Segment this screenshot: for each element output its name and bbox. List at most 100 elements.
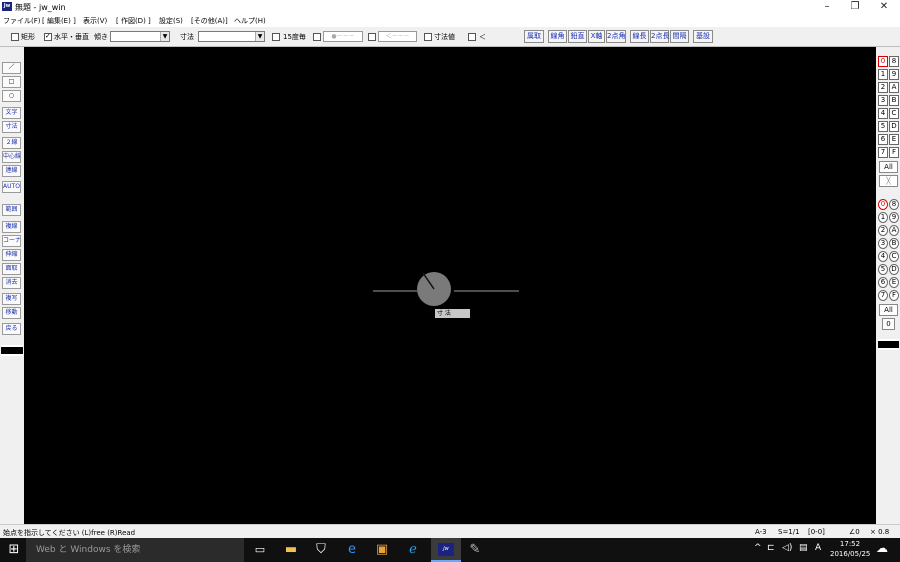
tool-move[interactable]: 移動 xyxy=(2,307,21,319)
windows-start-icon[interactable]: ⊞ xyxy=(6,542,22,558)
layer-e[interactable]: E xyxy=(889,277,899,288)
layer-group-all-button[interactable]: All xyxy=(879,161,898,173)
edge-browser-icon[interactable]: e xyxy=(344,542,360,558)
app-icon[interactable]: Jw xyxy=(2,2,12,11)
zoom-field[interactable]: × 0.8 xyxy=(870,528,889,536)
tool-chamfer[interactable]: 面取 xyxy=(2,263,21,275)
layer-group-9[interactable]: 9 xyxy=(889,69,899,80)
tool-double-line[interactable]: ２線 xyxy=(2,137,21,149)
attr-pick-button[interactable]: 属取 xyxy=(524,30,544,43)
layer-group-7[interactable]: 7 xyxy=(878,147,888,158)
tool-line[interactable]: ／ xyxy=(2,62,21,74)
layer-6[interactable]: 6 xyxy=(878,277,888,288)
paint-icon[interactable]: ✎ xyxy=(467,542,483,558)
network-icon[interactable]: ⊏ xyxy=(767,543,775,553)
tool-connect-line[interactable]: 連線 xyxy=(2,165,21,177)
tool-dimension[interactable]: 寸法 xyxy=(2,121,21,133)
lt-checkbox[interactable] xyxy=(468,33,476,41)
scale-field[interactable]: S=1/1 xyxy=(778,528,800,536)
layer-group-3[interactable]: 3 xyxy=(878,95,888,106)
layer-group-cross-button[interactable]: ╳ xyxy=(879,175,898,187)
layer-group-b[interactable]: B xyxy=(889,95,899,106)
layer-line-indicator[interactable] xyxy=(878,339,899,350)
maximize-button[interactable]: ❐ xyxy=(841,0,869,14)
tool-undo[interactable]: 戻る xyxy=(2,323,21,335)
rect-checkbox[interactable] xyxy=(11,33,19,41)
layer-4[interactable]: 4 xyxy=(878,251,888,262)
layer-a[interactable]: A xyxy=(889,225,899,236)
layer-1[interactable]: 1 xyxy=(878,212,888,223)
layer-group-c[interactable]: C xyxy=(889,108,899,119)
layer-group-2[interactable]: 2 xyxy=(878,82,888,93)
layer-zero-button[interactable]: 0 xyxy=(882,318,895,330)
menu-view[interactable]: 表示(V) xyxy=(83,16,107,26)
taskbar-clock[interactable]: 17:52 2016/05/25 xyxy=(830,539,870,559)
x-axis-button[interactable]: X軸 xyxy=(588,30,605,43)
dim-btn1-checkbox[interactable] xyxy=(313,33,321,41)
layer-9[interactable]: 9 xyxy=(889,212,899,223)
menu-draw[interactable]: [ 作図(D) ] xyxy=(116,16,151,26)
vertical-button[interactable]: 鉛直 xyxy=(568,30,587,43)
layer-7[interactable]: 7 xyxy=(878,290,888,301)
tool-text[interactable]: 文字 xyxy=(2,107,21,119)
angle-combo[interactable]: ▼ xyxy=(110,31,170,42)
deg15-checkbox[interactable] xyxy=(272,33,280,41)
menu-other[interactable]: [その他(A)] xyxy=(191,16,228,26)
minimize-button[interactable]: – xyxy=(813,0,841,14)
message-icon[interactable]: ▤ xyxy=(799,543,808,553)
ime-indicator[interactable]: A xyxy=(815,543,821,553)
layer-d[interactable]: D xyxy=(889,264,899,275)
store-icon[interactable]: ⛉ xyxy=(313,542,329,558)
close-button[interactable]: ✕ xyxy=(870,0,898,14)
layer-2[interactable]: 2 xyxy=(878,225,888,236)
chevron-down-icon[interactable]: ▼ xyxy=(160,32,169,41)
tray-chevron-icon[interactable]: ^ xyxy=(754,543,762,553)
line-style-indicator[interactable] xyxy=(1,345,23,356)
line-length-button[interactable]: 線長 xyxy=(630,30,649,43)
paper-size[interactable]: A-3 xyxy=(755,528,767,536)
dim-combo[interactable]: ▼ xyxy=(198,31,265,42)
layer-all-button[interactable]: All xyxy=(879,304,898,316)
two-point-angle-button[interactable]: 2点角 xyxy=(606,30,626,43)
menu-file[interactable]: ファイル(F) xyxy=(3,16,41,26)
menu-help[interactable]: ヘルプ(H) xyxy=(234,16,266,26)
menu-settings[interactable]: 設定(S) xyxy=(159,16,183,26)
tool-copy[interactable]: 複写 xyxy=(2,293,21,305)
two-point-length-button[interactable]: 2点長 xyxy=(650,30,669,43)
tool-circle[interactable]: ○ xyxy=(2,90,21,102)
layer-c[interactable]: C xyxy=(889,251,899,262)
layer-b[interactable]: B xyxy=(889,238,899,249)
volume-icon[interactable]: ◁) xyxy=(782,543,792,553)
interval-button[interactable]: 間隔 xyxy=(670,30,689,43)
layer-group-6[interactable]: 6 xyxy=(878,134,888,145)
tool-corner[interactable]: コーナー xyxy=(2,235,21,247)
dim-style-button-2[interactable]: ＜－－－ xyxy=(378,31,417,42)
tool-range[interactable]: 範囲 xyxy=(2,204,21,216)
layer-group-a[interactable]: A xyxy=(889,82,899,93)
layer-group-4[interactable]: 4 xyxy=(878,108,888,119)
dim-style-button-1[interactable]: ●－－－ xyxy=(323,31,363,42)
tool-offset-line[interactable]: 複線 xyxy=(2,221,21,233)
layer-group-d[interactable]: D xyxy=(889,121,899,132)
media-icon[interactable]: ▣ xyxy=(374,542,390,558)
menu-edit[interactable]: [ 編集(E) ] xyxy=(42,16,76,26)
base-set-button[interactable]: 基設 xyxy=(693,30,713,43)
tool-rectangle[interactable]: □ xyxy=(2,76,21,88)
dim-btn2-checkbox[interactable] xyxy=(368,33,376,41)
jwcad-task-button[interactable]: Jw xyxy=(431,538,461,562)
layer-3[interactable]: 3 xyxy=(878,238,888,249)
layer-group-0[interactable]: 0 xyxy=(878,56,888,67)
layer-5[interactable]: 5 xyxy=(878,264,888,275)
layer-field[interactable]: [0-0] xyxy=(808,528,825,536)
layer-8[interactable]: 8 xyxy=(889,199,899,210)
drawing-canvas[interactable]: 寸 法 xyxy=(24,47,876,524)
tool-erase[interactable]: 消去 xyxy=(2,277,21,289)
taskbar-search-box[interactable]: Web と Windows を検索 xyxy=(26,538,244,562)
layer-group-8[interactable]: 8 xyxy=(889,56,899,67)
dimval-checkbox[interactable] xyxy=(424,33,432,41)
hv-checkbox[interactable] xyxy=(44,32,52,41)
chevron-down-icon[interactable]: ▼ xyxy=(255,32,264,41)
layer-group-5[interactable]: 5 xyxy=(878,121,888,132)
tool-center-line[interactable]: 中心線 xyxy=(2,151,21,163)
layer-group-f[interactable]: F xyxy=(889,147,899,158)
